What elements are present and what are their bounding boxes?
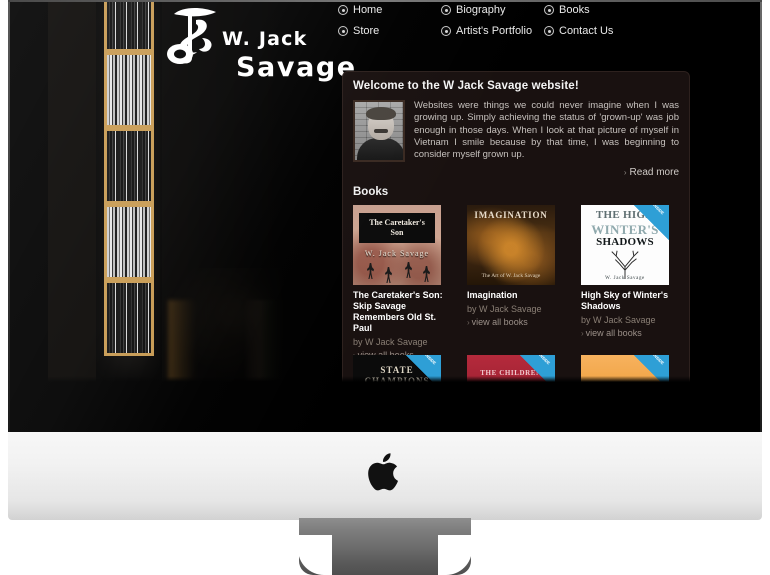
bezel-edge-top <box>8 0 762 2</box>
book-author: by W Jack Savage <box>467 304 542 314</box>
screen: W. Jack Savage Home Biography Books Stor… <box>48 0 730 382</box>
view-all-label: view all books <box>585 328 642 338</box>
logo-line-2: Savage <box>236 52 357 83</box>
nav-item-home[interactable]: Home <box>338 1 441 17</box>
bezel-edge-left <box>8 0 10 432</box>
nav-item-books[interactable]: Books <box>544 1 654 17</box>
content-panel: Welcome to the W Jack Savage website! We… <box>342 71 690 382</box>
ribbon-label: LOOK INSIDE <box>414 355 439 367</box>
shelf-slot <box>104 52 154 128</box>
caret-icon: › <box>581 329 584 338</box>
cover-figure-icon <box>367 263 374 279</box>
radio-bullet-icon <box>544 26 554 36</box>
cover-subtitle-line: The Art of W. Jack Savage <box>481 273 541 279</box>
view-all-books-link[interactable]: ›view all books <box>467 317 565 328</box>
shelf-slot <box>104 0 154 52</box>
radio-bullet-icon <box>544 5 554 15</box>
cover-figure-icon <box>405 262 412 278</box>
display-chin <box>8 432 762 520</box>
cd-spines <box>107 0 151 49</box>
caret-icon: › <box>467 318 470 327</box>
cover-title-line-1: The Caretaker's <box>369 218 425 227</box>
nav-label: Books <box>559 4 590 16</box>
display-bezel: W. Jack Savage Home Biography Books Stor… <box>8 0 762 432</box>
cover-author-line: W. Jack Savage <box>364 249 430 258</box>
books-section-heading: Books <box>353 186 389 198</box>
nav-label: Contact Us <box>559 25 614 37</box>
book-cover-caretakers-son: The Caretaker's Son W. Jack Savage <box>353 205 441 285</box>
radio-bullet-icon <box>441 5 451 15</box>
book-author: by W Jack Savage <box>353 337 428 347</box>
books-grid: The Caretaker's Son W. Jack Savage The C… <box>353 205 679 361</box>
cover-author-line: W. Jack Savage <box>605 276 645 281</box>
radio-bullet-icon <box>338 5 348 15</box>
welcome-body-text: Websites were things we could never imag… <box>414 100 679 161</box>
site-logo[interactable]: W. Jack Savage <box>166 4 355 83</box>
portrait-moustache <box>374 129 388 133</box>
nav-item-biography[interactable]: Biography <box>441 1 544 17</box>
shelf-slot <box>104 280 154 356</box>
cover-figure-icon <box>423 266 430 282</box>
welcome-title: Welcome to the W Jack Savage website! <box>353 80 579 92</box>
imac-device: W. Jack Savage Home Biography Books Stor… <box>8 0 762 575</box>
read-more-label: Read more <box>629 167 679 178</box>
apple-logo-icon <box>368 453 398 491</box>
book-cover-high-sky-of-winters-shadows: THE HIGH WINTER'S SHADOWS W. Jack Savage… <box>581 205 669 285</box>
book-card[interactable]: THE HIGH WINTER'S SHADOWS W. Jack Savage… <box>581 205 679 361</box>
book-title: Imagination <box>467 290 518 300</box>
nav-label: Store <box>353 25 380 37</box>
look-inside-ribbon: LOOK INSIDE <box>634 205 669 240</box>
nav-item-artists-portfolio[interactable]: Artist's Portfolio <box>441 22 544 38</box>
imac-stand <box>298 518 472 575</box>
welcome-intro: Websites were things we could never imag… <box>353 100 679 162</box>
book-title: The Caretaker's Son: Skip Savage Remembe… <box>353 290 443 333</box>
book-author: by W Jack Savage <box>581 315 656 325</box>
nav-label: Artist's Portfolio <box>456 25 533 37</box>
nav-label: Biography <box>456 4 506 16</box>
nav-item-contact-us[interactable]: Contact Us <box>544 22 654 38</box>
book-card[interactable]: IMAGINATION The Art of W. Jack Savage Im… <box>467 205 565 361</box>
main-navigation: Home Biography Books Store Artist's Port… <box>338 1 690 38</box>
book-cover-imagination: IMAGINATION The Art of W. Jack Savage <box>467 205 555 285</box>
bookcase-photo <box>96 0 162 382</box>
book-card[interactable]: The Caretaker's Son W. Jack Savage The C… <box>353 205 451 361</box>
website-background: W. Jack Savage Home Biography Books Stor… <box>48 0 730 382</box>
cover-title-line: IMAGINATION <box>474 210 548 220</box>
screenshot-stage: W. Jack Savage Home Biography Books Stor… <box>0 0 770 575</box>
caret-icon: › <box>623 168 627 177</box>
ribbon-label: LOOK INSIDE <box>528 355 553 367</box>
screen-bottom-fade <box>48 376 730 382</box>
bezel-edge-right <box>760 0 762 432</box>
shelf-slot <box>104 204 154 280</box>
wjs-monogram-icon <box>167 8 216 64</box>
cover-title-line-2: Son <box>390 228 404 237</box>
cd-spines <box>107 283 151 353</box>
nav-label: Home <box>353 4 383 16</box>
radio-bullet-icon <box>338 26 348 36</box>
logo-line-1: W. Jack <box>222 28 308 50</box>
cd-spines <box>107 207 151 277</box>
view-all-label: view all books <box>471 317 528 327</box>
cover-title-band: The Caretaker's Son <box>359 213 435 243</box>
tree-icon <box>611 250 639 279</box>
cd-spines <box>107 131 151 201</box>
nav-item-store[interactable]: Store <box>338 22 441 38</box>
cover-figure-icon <box>385 267 392 283</box>
shelf-slot <box>104 128 154 204</box>
book-title: High Sky of Winter's Shadows <box>581 290 669 311</box>
radio-bullet-icon <box>441 26 451 36</box>
cd-spines <box>107 55 151 125</box>
portrait-hair <box>366 107 396 120</box>
view-all-books-link[interactable]: ›view all books <box>581 328 679 339</box>
portrait-photo <box>353 100 405 162</box>
read-more-link[interactable]: › Read more <box>353 167 679 178</box>
ribbon-label: LOOK INSIDE <box>642 355 667 367</box>
ribbon-label: LOOK INSIDE <box>642 205 667 217</box>
